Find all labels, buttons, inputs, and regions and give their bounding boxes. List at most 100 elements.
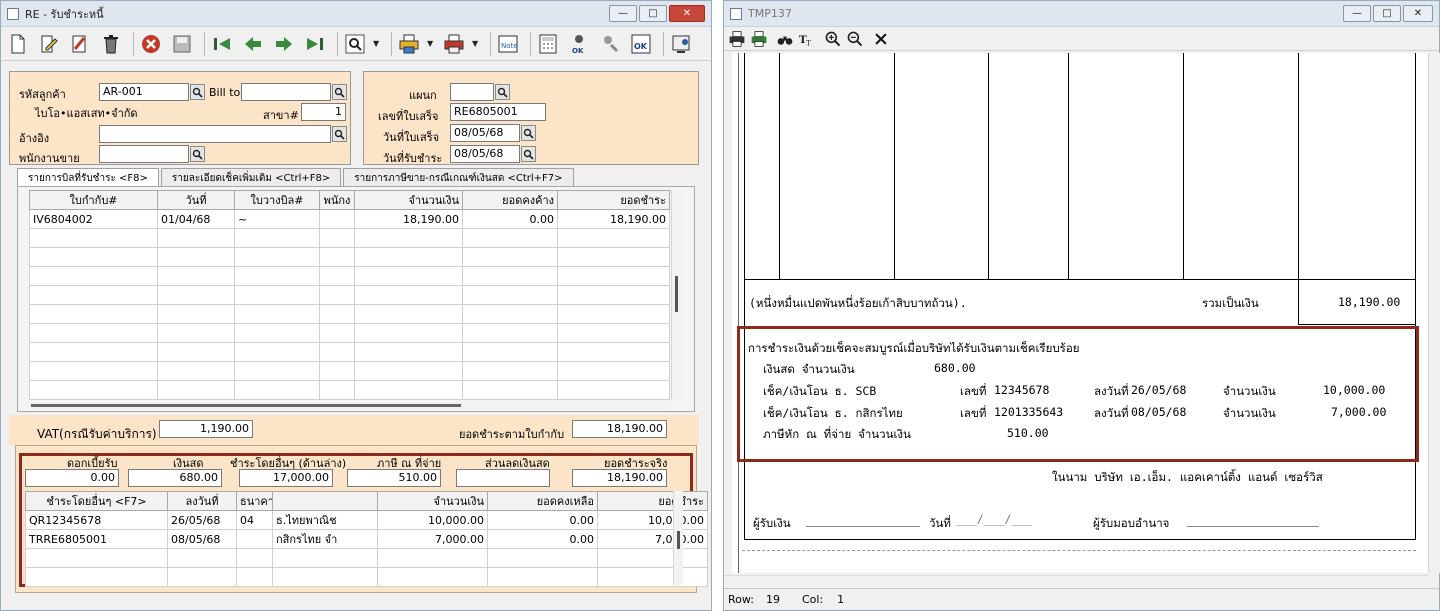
payment_table-column-header[interactable]: ยอดคงเหลือ bbox=[487, 491, 598, 511]
payment_table-column-header[interactable]: ยอดชำระ bbox=[597, 491, 708, 511]
first-record-icon[interactable] bbox=[209, 31, 235, 57]
payment_table-column-header[interactable]: จำนวนเงิน bbox=[377, 491, 488, 511]
interest-input[interactable]: 0.00 bbox=[25, 469, 119, 487]
empty-table-row[interactable] bbox=[29, 247, 670, 267]
table-cell[interactable]: ธ.ไทยพาณิช bbox=[272, 510, 378, 530]
cancel-icon[interactable] bbox=[138, 31, 164, 57]
report-minimize-button[interactable]: — bbox=[1343, 5, 1371, 22]
edit-document-icon[interactable] bbox=[36, 31, 62, 57]
next-record-icon[interactable] bbox=[271, 31, 297, 57]
close-preview-icon[interactable] bbox=[872, 30, 890, 48]
new-document-icon[interactable] bbox=[5, 31, 31, 57]
table-cell[interactable]: 10,000.00 bbox=[597, 510, 708, 530]
save-icon[interactable] bbox=[169, 31, 195, 57]
zoom-out-icon[interactable] bbox=[846, 30, 864, 48]
receipt-date-input[interactable]: 08/05/68 bbox=[450, 124, 520, 142]
tab-invoices[interactable]: รายการบิลที่รับชำระ <F8> bbox=[17, 168, 159, 186]
approve-icon[interactable]: OK bbox=[566, 31, 592, 57]
ok-doc-icon[interactable]: OK bbox=[628, 31, 654, 57]
discount-input[interactable] bbox=[456, 469, 550, 487]
export-icon[interactable] bbox=[668, 31, 694, 57]
payment_table-column-header[interactable]: ชำระโดยอื่นๆ <F7> bbox=[25, 491, 168, 511]
customer-lookup-icon[interactable] bbox=[190, 84, 205, 100]
table-cell[interactable]: 04 bbox=[236, 510, 273, 530]
invoice_table-column-header[interactable]: ใบวางบิล# bbox=[234, 190, 320, 210]
print-icon[interactable] bbox=[396, 31, 422, 57]
bill-to-lookup-icon[interactable] bbox=[332, 84, 347, 100]
reference-lookup-icon[interactable] bbox=[332, 126, 347, 142]
binoculars-icon[interactable] bbox=[776, 30, 794, 48]
minimize-button[interactable]: — bbox=[609, 5, 637, 22]
invoice-table-hscrollbar[interactable] bbox=[29, 401, 669, 409]
zoom-in-icon[interactable] bbox=[824, 30, 842, 48]
empty-table-row[interactable] bbox=[25, 567, 708, 587]
payment-table-scrollbar[interactable] bbox=[673, 491, 683, 585]
cash-input[interactable]: 680.00 bbox=[128, 469, 222, 487]
tab-cheque-details[interactable]: รายละเอียดเช็คเพิ่มเติม <Ctrl+F8> bbox=[160, 168, 342, 186]
last-record-icon[interactable] bbox=[302, 31, 328, 57]
preview-dropdown-icon[interactable]: ▼ bbox=[472, 39, 480, 48]
search-icon[interactable] bbox=[342, 31, 368, 57]
branch-input[interactable]: 1 bbox=[301, 103, 346, 121]
note-icon[interactable]: Note bbox=[495, 31, 521, 57]
report-print-setup-icon[interactable] bbox=[750, 30, 768, 48]
table-cell[interactable]: TRRE6805001 bbox=[25, 529, 168, 549]
table-cell[interactable]: 7,000.00 bbox=[377, 529, 488, 549]
table-cell[interactable] bbox=[236, 529, 273, 549]
invoice-table-scrollbar[interactable] bbox=[671, 190, 681, 400]
table-cell[interactable]: 18,190.00 bbox=[354, 209, 463, 229]
font-icon[interactable]: TT bbox=[798, 30, 816, 48]
previous-record-icon[interactable] bbox=[240, 31, 266, 57]
close-button[interactable]: ✕ bbox=[669, 5, 705, 22]
salesperson-input[interactable] bbox=[99, 145, 189, 163]
salesperson-lookup-icon[interactable] bbox=[190, 146, 205, 162]
print-dropdown-icon[interactable]: ▼ bbox=[427, 39, 435, 48]
empty-table-row[interactable] bbox=[29, 342, 670, 362]
table-row[interactable]: QR12345678 26/05/68 04 ธ.ไทยพาณิช 10,000.00 0… bbox=[25, 510, 708, 530]
report-scrollbar[interactable] bbox=[1428, 53, 1440, 573]
table-cell[interactable]: QR12345678 bbox=[25, 510, 168, 530]
receipt-no-input[interactable]: RE6805001 bbox=[450, 103, 546, 121]
department-input[interactable] bbox=[450, 83, 494, 101]
report-print-icon[interactable] bbox=[728, 30, 746, 48]
table-cell[interactable]: IV6804002 bbox=[29, 209, 158, 229]
table-cell[interactable]: กสิกรไทย จำ bbox=[272, 529, 378, 549]
invoice_table-column-header[interactable]: ยอดคงค้าง bbox=[462, 190, 558, 210]
table-cell[interactable]: 18,190.00 bbox=[557, 209, 670, 229]
report-hscrollbar[interactable] bbox=[724, 575, 1428, 587]
other-payment-input[interactable]: 17,000.00 bbox=[239, 469, 333, 487]
wht-input[interactable]: 510.00 bbox=[347, 469, 441, 487]
reference-input[interactable] bbox=[99, 125, 331, 143]
empty-table-row[interactable] bbox=[29, 285, 670, 305]
payment-date-picker-icon[interactable] bbox=[521, 146, 536, 162]
delete-document-icon[interactable] bbox=[67, 31, 93, 57]
receipt-date-picker-icon[interactable] bbox=[521, 125, 536, 141]
report-maximize-button[interactable]: □ bbox=[1373, 5, 1401, 22]
invoice_table-column-header[interactable]: จำนวนเงิน bbox=[354, 190, 463, 210]
table-cell[interactable] bbox=[319, 209, 355, 229]
payment_table-column-header[interactable] bbox=[272, 491, 378, 511]
table-cell[interactable]: ~ bbox=[234, 209, 320, 229]
table-cell[interactable]: 10,000.00 bbox=[377, 510, 488, 530]
table-cell[interactable]: 0.00 bbox=[487, 529, 598, 549]
bill-to-input[interactable] bbox=[241, 83, 331, 101]
vat-input[interactable]: 1,190.00 bbox=[159, 420, 253, 438]
department-lookup-icon[interactable] bbox=[495, 84, 510, 100]
empty-table-row[interactable] bbox=[29, 323, 670, 343]
table-cell[interactable]: 08/05/68 bbox=[167, 529, 237, 549]
customer-code-input[interactable]: AR-001 bbox=[99, 83, 189, 101]
empty-table-row[interactable] bbox=[29, 304, 670, 324]
empty-table-row[interactable] bbox=[29, 228, 670, 248]
empty-table-row[interactable] bbox=[29, 361, 670, 381]
invoice_table-column-header[interactable]: วันที่ bbox=[157, 190, 235, 210]
payment-date-input[interactable]: 08/05/68 bbox=[450, 145, 520, 163]
trash-icon[interactable] bbox=[98, 31, 124, 57]
invoice_table-column-header[interactable]: พนักง bbox=[319, 190, 355, 210]
table-row[interactable]: TRRE6805001 08/05/68 กสิกรไทย จำ 7,000.00 0.… bbox=[25, 529, 708, 549]
empty-table-row[interactable] bbox=[29, 380, 670, 400]
payment_table-column-header[interactable]: ลงวันที่ bbox=[167, 491, 237, 511]
invoice_table-column-header[interactable]: ยอดชำระ bbox=[557, 190, 670, 210]
report-close-button[interactable]: ✕ bbox=[1403, 5, 1433, 22]
invoice_table-column-header[interactable]: ใบกำกับ# bbox=[29, 190, 158, 210]
table-cell[interactable]: 26/05/68 bbox=[167, 510, 237, 530]
